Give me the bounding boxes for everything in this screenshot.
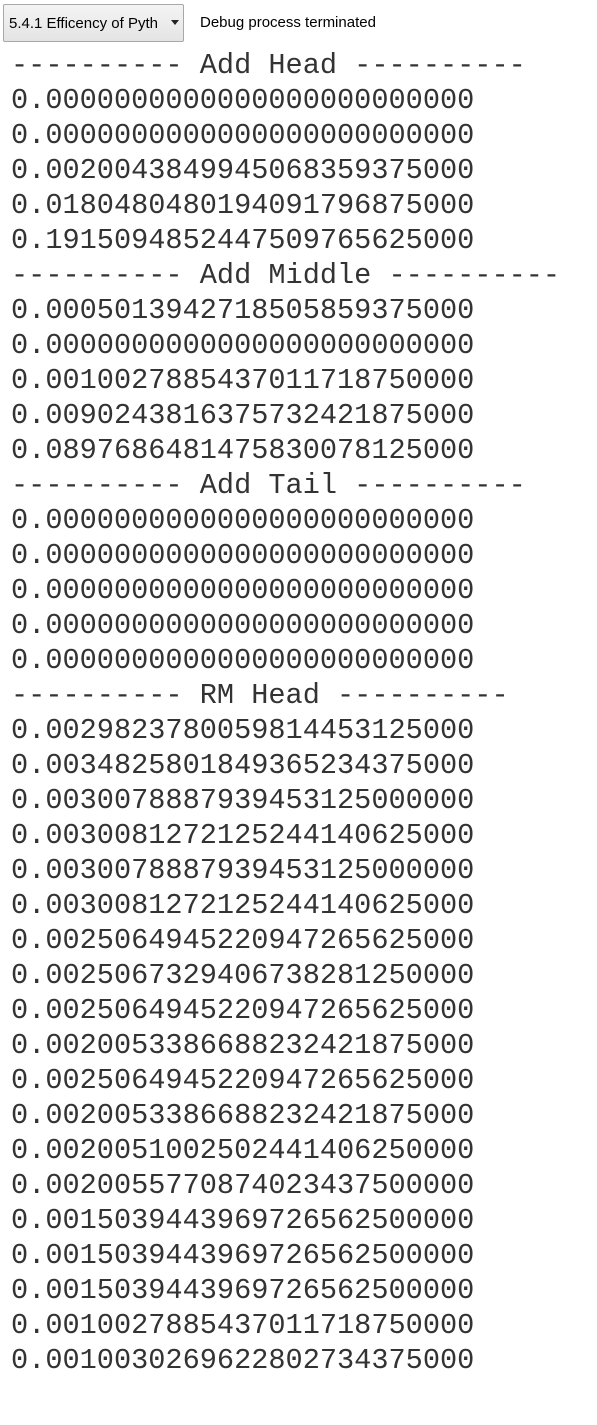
console-line: 0.0020043849945068359375000 xyxy=(11,154,475,187)
console-line: ---------- Add Middle ---------- xyxy=(11,259,561,292)
console-line: 0.0030078887939453125000000 xyxy=(11,854,475,887)
console-output[interactable]: ---------- Add Head ---------- 0.00000000… xyxy=(0,48,597,1425)
console-line: 0.0897686481475830078125000 xyxy=(11,434,475,467)
console-line: 0.0020053386688232421875000 xyxy=(11,1029,475,1062)
console-line: 0.0020053386688232421875000 xyxy=(11,1099,475,1132)
console-line: 0.0000000000000000000000000 xyxy=(11,644,475,677)
console-line: ---------- Add Head ---------- xyxy=(11,49,526,82)
console-line: 0.0000000000000000000000000 xyxy=(11,539,475,572)
console-line: 0.0025067329406738281250000 xyxy=(11,959,475,992)
console-line: 0.0090243816375732421875000 xyxy=(11,399,475,432)
console-line: 0.0020051002502441406250000 xyxy=(11,1134,475,1167)
console-line: 0.0010027885437011718750000 xyxy=(11,1309,475,1342)
console-line: 0.0015039443969726562500000 xyxy=(11,1274,475,1307)
console-line: 0.0025064945220947265625000 xyxy=(11,1064,475,1097)
console-line: 0.1915094852447509765625000 xyxy=(11,224,475,257)
console-toolbar: 5.4.1 Efficency of Pyth Debug process te… xyxy=(0,0,597,48)
console-line: 0.0020055770874023437500000 xyxy=(11,1169,475,1202)
console-line: 0.0029823780059814453125000 xyxy=(11,714,475,747)
console-line: 0.0000000000000000000000000 xyxy=(11,609,475,642)
console-line: 0.0025064945220947265625000 xyxy=(11,994,475,1027)
console-line: 0.0030081272125244140625000 xyxy=(11,819,475,852)
debug-status-text: Debug process terminated xyxy=(200,14,376,31)
console-line: 0.0000000000000000000000000 xyxy=(11,574,475,607)
console-line: 0.0000000000000000000000000 xyxy=(11,504,475,537)
console-line: 0.0005013942718505859375000 xyxy=(11,294,475,327)
console-line: 0.0010027885437011718750000 xyxy=(11,364,475,397)
console-line: 0.0030081272125244140625000 xyxy=(11,889,475,922)
console-line: 0.0010030269622802734375000 xyxy=(11,1344,475,1377)
run-configuration-label: 5.4.1 Efficency of Pyth xyxy=(9,14,158,32)
console-line: 0.0034825801849365234375000 xyxy=(11,749,475,782)
console-line: ---------- RM Head ---------- xyxy=(11,679,509,712)
chevron-down-icon[interactable] xyxy=(171,20,179,25)
console-line: 0.0015039443969726562500000 xyxy=(11,1204,475,1237)
console-line: 0.0015039443969726562500000 xyxy=(11,1239,475,1272)
console-line: 0.0000000000000000000000000 xyxy=(11,84,475,117)
console-line: 0.0000000000000000000000000 xyxy=(11,119,475,152)
console-line: 0.0180480480194091796875000 xyxy=(11,189,475,222)
console-line: 0.0030078887939453125000000 xyxy=(11,784,475,817)
console-line: 0.0000000000000000000000000 xyxy=(11,329,475,362)
run-configuration-dropdown[interactable]: 5.4.1 Efficency of Pyth xyxy=(3,4,184,42)
console-line: 0.0025064945220947265625000 xyxy=(11,924,475,957)
console-line: ---------- Add Tail ---------- xyxy=(11,469,526,502)
